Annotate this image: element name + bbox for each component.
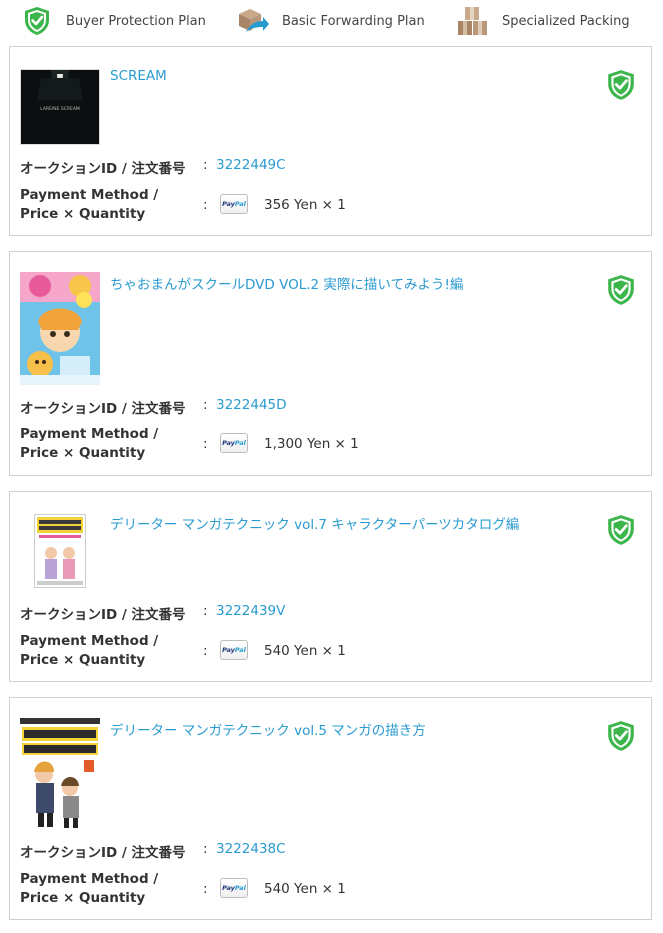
legend-specialized-packing: Specialized Packing [456, 4, 630, 38]
paypal-text-pal: Pal [234, 646, 246, 654]
legend-buyer-protection: Buyer Protection Plan [20, 4, 206, 38]
payment-label-line2: Price × Quantity [20, 445, 146, 461]
paypal-icon: Pay Pal [220, 640, 248, 660]
payment-label-line2: Price × Quantity [20, 890, 146, 906]
buyer-protection-shield-icon [607, 69, 635, 101]
album-cover-text: LAREINE SCREAM [40, 106, 80, 112]
paypal-text-pay: Pay [222, 884, 235, 892]
paypal-icon: Pay Pal [220, 878, 248, 898]
order-card: デリーター マンガテクニック vol.7 キャラクターパーツカタログ編 オークシ… [9, 491, 652, 682]
auction-id-link[interactable]: 3222439V [216, 603, 285, 619]
payment-label-line1: Payment Method / [20, 871, 159, 887]
buyer-protection-shield-icon [607, 274, 635, 306]
colon: : [203, 841, 208, 857]
payment-label-line2: Price × Quantity [20, 206, 146, 222]
auction-id-link[interactable]: 3222445D [216, 397, 287, 413]
auction-id-link[interactable]: 3222449C [216, 157, 286, 173]
stacked-boxes-icon [456, 4, 490, 38]
item-title-link[interactable]: デリーター マンガテクニック vol.5 マンガの描き方 [110, 719, 426, 739]
colon: : [203, 881, 208, 897]
payment-label: Payment Method / Price × Quantity [20, 186, 180, 224]
colon: : [203, 397, 208, 413]
colon: : [203, 603, 208, 619]
auction-id-row: オークションID / 注文番号 [20, 157, 186, 177]
paypal-text-pay: Pay [222, 646, 235, 654]
price-quantity: 1,300 Yen × 1 [264, 436, 359, 452]
legend-specialized-packing-label: Specialized Packing [502, 13, 630, 29]
service-legend: Buyer Protection Plan Basic Forwarding P… [0, 0, 663, 42]
payment-label-line2: Price × Quantity [20, 652, 146, 668]
auction-id-link[interactable]: 3222438C [216, 841, 286, 857]
auction-id-label: オークションID / 注文番号 [20, 401, 186, 417]
paypal-text-pal: Pal [234, 200, 246, 208]
item-thumbnail[interactable]: LAREINE SCREAM [20, 69, 100, 145]
paypal-icon: Pay Pal [220, 194, 248, 214]
paypal-icon: Pay Pal [220, 433, 248, 453]
legend-basic-forwarding: Basic Forwarding Plan [236, 4, 425, 38]
price-quantity: 540 Yen × 1 [264, 881, 346, 897]
auction-id-label: オークションID / 注文番号 [20, 607, 186, 623]
buyer-protection-shield-icon [607, 720, 635, 752]
auction-id-row: オークションID / 注文番号 [20, 603, 186, 623]
auction-id-row: オークションID / 注文番号 [20, 397, 186, 417]
item-thumbnail[interactable] [20, 718, 100, 830]
colon: : [203, 197, 208, 213]
colon: : [203, 643, 208, 659]
item-title-link[interactable]: ちゃおまんがスクールDVD VOL.2 実際に描いてみよう!編 [110, 273, 463, 293]
payment-label: Payment Method / Price × Quantity [20, 870, 180, 908]
paypal-text-pal: Pal [234, 884, 246, 892]
legend-basic-forwarding-label: Basic Forwarding Plan [282, 13, 425, 29]
auction-id-label: オークションID / 注文番号 [20, 845, 186, 861]
colon: : [203, 436, 208, 452]
order-card: LAREINE SCREAM SCREAM オークションID / 注文番号 : … [9, 46, 652, 236]
forwarding-box-arrow-icon [236, 4, 270, 38]
order-card: ちゃおまんがスクールDVD VOL.2 実際に描いてみよう!編 オークションID… [9, 251, 652, 476]
payment-label-line1: Payment Method / [20, 187, 159, 203]
colon: : [203, 157, 208, 173]
payment-label-line1: Payment Method / [20, 426, 159, 442]
shield-check-icon [20, 4, 54, 38]
payment-label: Payment Method / Price × Quantity [20, 425, 180, 463]
payment-label-line1: Payment Method / [20, 633, 159, 649]
price-quantity: 540 Yen × 1 [264, 643, 346, 659]
paypal-text-pay: Pay [222, 200, 235, 208]
item-title-link[interactable]: デリーター マンガテクニック vol.7 キャラクターパーツカタログ編 [110, 513, 519, 533]
item-thumbnail[interactable] [34, 514, 86, 588]
auction-id-label: オークションID / 注文番号 [20, 161, 186, 177]
item-title-link[interactable]: SCREAM [110, 68, 167, 84]
buyer-protection-shield-icon [607, 514, 635, 546]
legend-buyer-protection-label: Buyer Protection Plan [66, 13, 206, 29]
price-quantity: 356 Yen × 1 [264, 197, 346, 213]
item-thumbnail[interactable] [20, 272, 100, 385]
paypal-text-pal: Pal [234, 439, 246, 447]
paypal-text-pay: Pay [222, 439, 235, 447]
auction-id-row: オークションID / 注文番号 [20, 841, 186, 861]
order-card: デリーター マンガテクニック vol.5 マンガの描き方 オークションID / … [9, 697, 652, 920]
payment-label: Payment Method / Price × Quantity [20, 632, 180, 670]
